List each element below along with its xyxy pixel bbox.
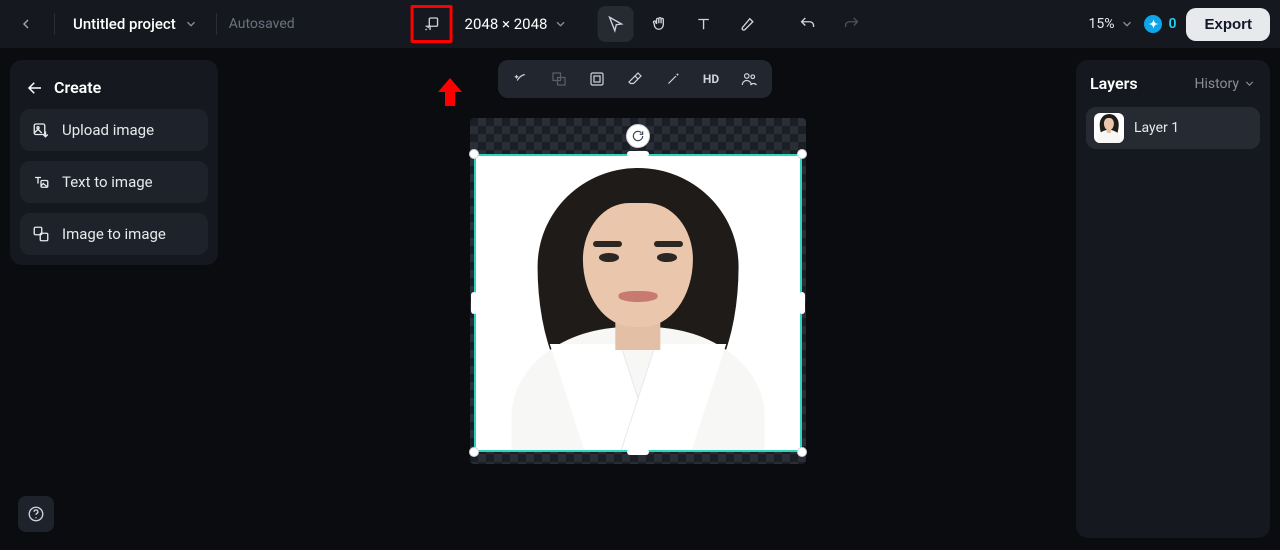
credits-value: 0 [1168, 16, 1176, 32]
resize-handle-bl[interactable] [469, 447, 479, 457]
brush-icon [738, 15, 756, 33]
text-to-image-label: Text to image [62, 173, 153, 191]
text-icon [694, 15, 712, 33]
chevron-down-icon [1120, 17, 1134, 31]
eraser-icon [626, 70, 644, 88]
upload-image-button[interactable]: Upload image [20, 109, 208, 151]
image-to-image-icon [32, 225, 50, 243]
chevron-left-icon [18, 16, 34, 32]
history-dropdown[interactable]: History [1194, 76, 1256, 92]
back-arrow-icon [26, 79, 44, 97]
hand-tool[interactable] [641, 6, 677, 42]
magic-select-tool[interactable] [504, 64, 538, 94]
project-name-dropdown[interactable]: Untitled project [67, 11, 204, 37]
layer-row[interactable]: Layer 1 [1086, 107, 1260, 149]
frame-icon [588, 70, 606, 88]
wand-icon [664, 70, 682, 88]
create-panel-header[interactable]: Create [20, 70, 208, 109]
project-name: Untitled project [73, 15, 176, 33]
chevron-down-icon [184, 17, 198, 31]
brush-tool[interactable] [729, 6, 765, 42]
credits-icon: ✦ [1144, 15, 1162, 33]
cursor-icon [606, 15, 624, 33]
rotate-icon [631, 129, 645, 143]
crop-group-icon [550, 70, 568, 88]
canvas-dimensions: 2048 × 2048 [465, 15, 548, 33]
resize-handle-top[interactable] [627, 151, 649, 157]
undo-icon [798, 15, 816, 33]
eraser-tool[interactable] [618, 64, 652, 94]
instruction-arrow-icon [438, 78, 462, 106]
export-button[interactable]: Export [1186, 8, 1270, 41]
hd-upscale-button[interactable]: HD [694, 64, 728, 94]
create-panel: Create Upload image Text to image Image … [10, 60, 218, 265]
resize-handle-tl[interactable] [469, 149, 479, 159]
help-button[interactable] [18, 496, 54, 532]
image-to-image-button[interactable]: Image to image [20, 213, 208, 255]
select-tool[interactable] [597, 6, 633, 42]
crop-tool[interactable] [542, 64, 576, 94]
resize-handle-left[interactable] [471, 292, 477, 314]
resize-handle-br[interactable] [797, 447, 807, 457]
selection-outline [474, 154, 802, 452]
history-label: History [1194, 76, 1239, 92]
undo-button[interactable] [789, 6, 825, 42]
divider [54, 13, 55, 35]
upload-image-icon [32, 121, 50, 139]
credits-badge[interactable]: ✦ 0 [1144, 15, 1176, 33]
text-to-image-button[interactable]: Text to image [20, 161, 208, 203]
zoom-dropdown[interactable]: 15% [1088, 16, 1134, 32]
layer-name: Layer 1 [1134, 120, 1179, 136]
layers-panel: Layers History Layer 1 [1076, 60, 1270, 538]
back-button[interactable] [10, 8, 42, 40]
frame-tool[interactable] [580, 64, 614, 94]
hd-label: HD [703, 72, 719, 86]
hand-icon [650, 15, 668, 33]
autosaved-label: Autosaved [229, 16, 295, 32]
layers-panel-header: Layers History [1086, 74, 1260, 93]
text-to-image-icon [32, 173, 50, 191]
divider [216, 13, 217, 35]
text-tool[interactable] [685, 6, 721, 42]
rotate-handle[interactable] [626, 124, 650, 148]
layers-title: Layers [1090, 74, 1138, 93]
resize-handle-tr[interactable] [797, 149, 807, 159]
resize-handle-bottom[interactable] [627, 449, 649, 455]
canvas-dimensions-dropdown[interactable]: 2048 × 2048 [461, 11, 572, 37]
create-title: Create [54, 78, 101, 97]
upload-image-label: Upload image [62, 121, 154, 139]
topbar-right: 15% ✦ 0 Export [1088, 8, 1270, 41]
top-bar: Untitled project Autosaved 2048 × 2048 [0, 0, 1280, 48]
highlight-box [411, 5, 453, 43]
image-to-image-label: Image to image [62, 225, 166, 243]
resize-icon [423, 15, 441, 33]
center-toolbar: 2048 × 2048 [411, 5, 870, 43]
layer-thumbnail [1094, 113, 1124, 143]
zoom-value: 15% [1088, 16, 1114, 32]
redo-icon [842, 15, 860, 33]
selection-toolbar: HD [498, 60, 772, 98]
resize-canvas-button[interactable] [419, 11, 445, 37]
people-icon [740, 70, 758, 88]
chevron-down-icon [1243, 77, 1256, 90]
resize-handle-right[interactable] [799, 292, 805, 314]
canvas[interactable] [470, 118, 806, 464]
chevron-down-icon [553, 17, 567, 31]
redo-button[interactable] [833, 6, 869, 42]
help-icon [27, 505, 45, 523]
people-tool[interactable] [732, 64, 766, 94]
magic-select-icon [512, 70, 530, 88]
magic-wand-tool[interactable] [656, 64, 690, 94]
